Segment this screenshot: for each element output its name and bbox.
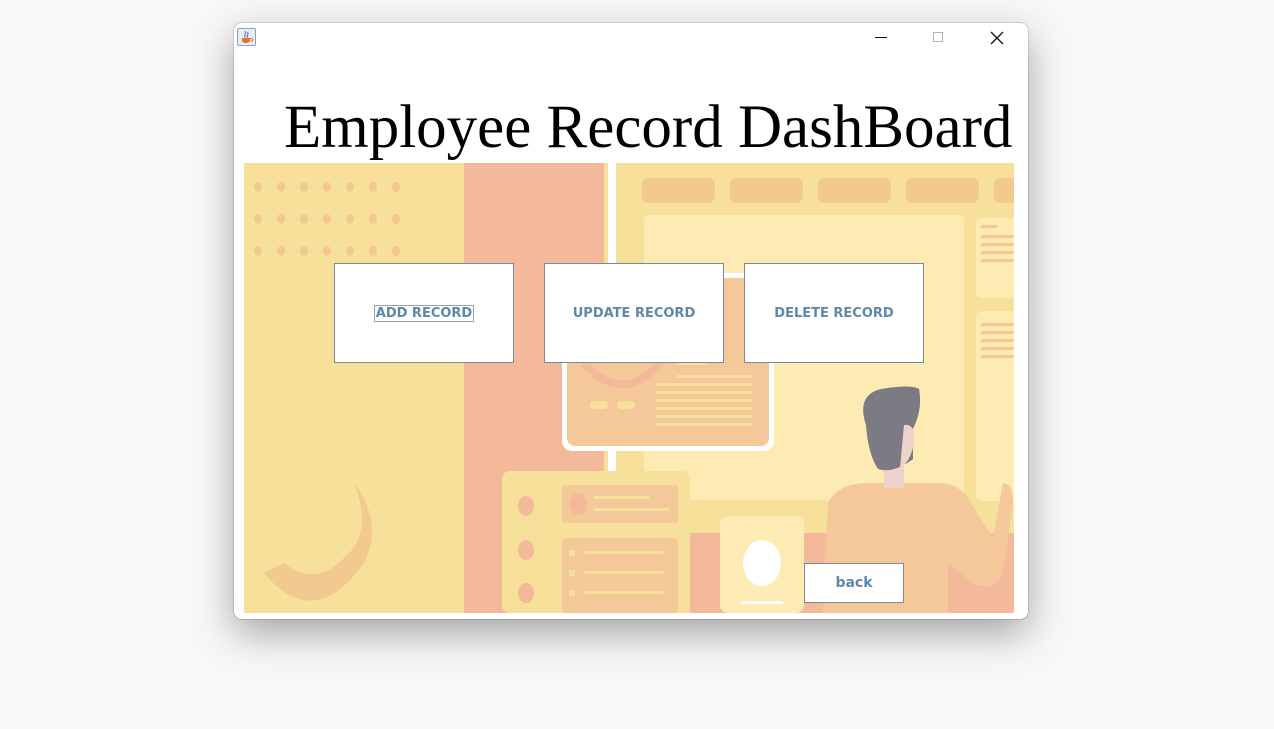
delete-record-label: DELETE RECORD [774,305,894,321]
minimize-button[interactable] [852,23,910,53]
close-button[interactable] [968,23,1026,53]
dashboard-panel: ADD RECORD UPDATE RECORD DELETE RECORD b… [244,163,1014,613]
maximize-button[interactable] [910,23,968,53]
close-icon [990,31,1004,45]
java-coffee-icon [237,28,256,46]
update-record-button[interactable]: UPDATE RECORD [544,263,724,363]
delete-record-button[interactable]: DELETE RECORD [744,263,924,363]
back-label: back [835,575,873,591]
back-button[interactable]: back [804,563,904,603]
page-title: Employee Record DashBoard [284,94,1013,161]
maximize-icon [933,32,943,42]
minimize-icon [875,37,887,38]
update-record-label: UPDATE RECORD [572,305,696,321]
app-window: Employee Record DashBoard ADD RECORD UPD… [234,23,1028,619]
add-record-button[interactable]: ADD RECORD [334,263,514,363]
office-illustration-background [244,163,1014,613]
title-bar[interactable] [234,23,1028,53]
add-record-label: ADD RECORD [373,304,475,322]
